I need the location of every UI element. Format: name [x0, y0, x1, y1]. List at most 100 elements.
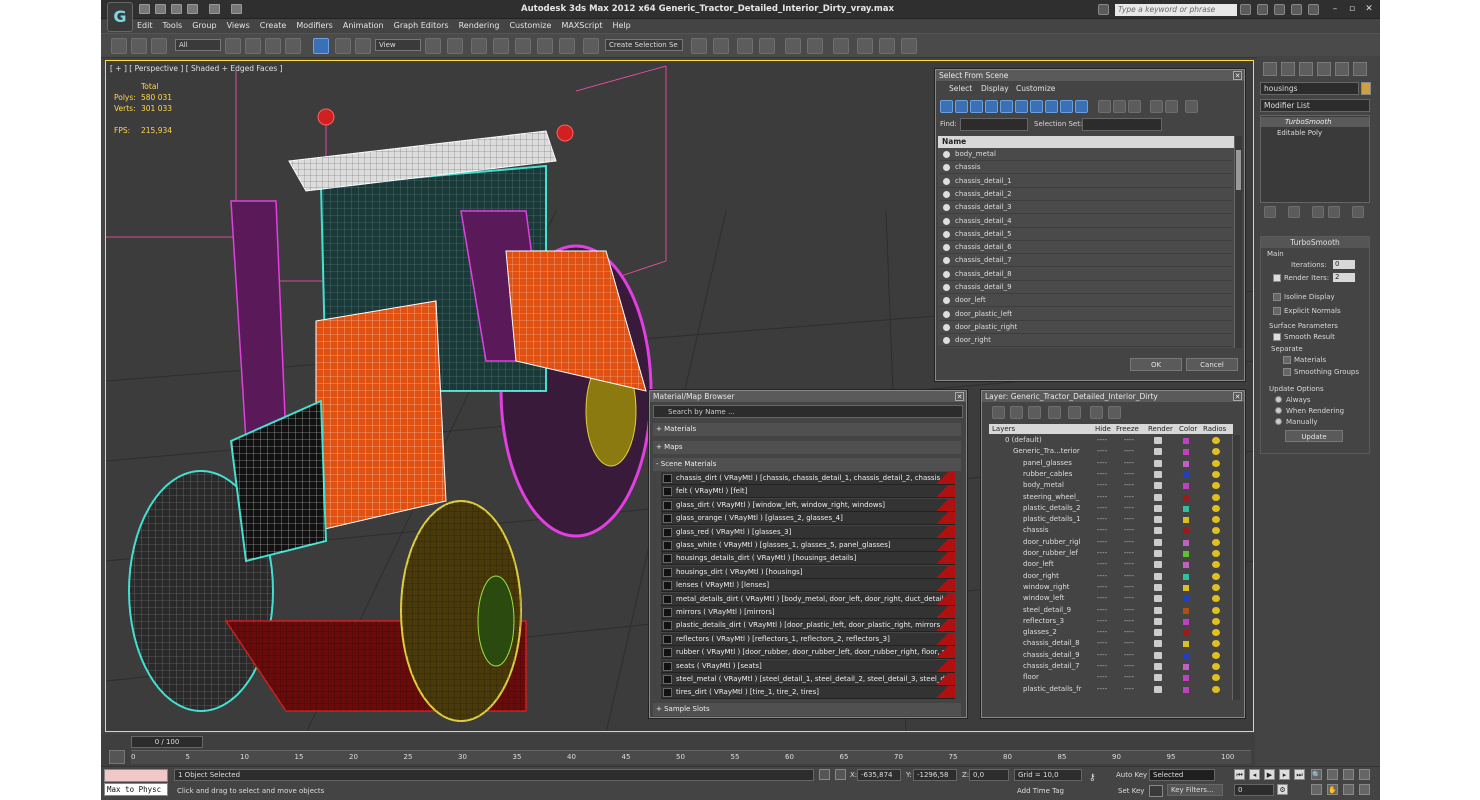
minimize-icon[interactable]: –	[1327, 2, 1343, 16]
delete-layer-icon[interactable]	[1010, 406, 1023, 419]
hide-toggle[interactable]: ----	[1097, 638, 1107, 649]
layer-color-swatch[interactable]	[1183, 505, 1189, 512]
radiosity-icon[interactable]	[1212, 651, 1220, 659]
radiosity-icon[interactable]	[1212, 674, 1220, 682]
hide-toggle[interactable]: ----	[1097, 559, 1107, 570]
render-iters-checkbox[interactable]	[1273, 274, 1281, 282]
layer-color-swatch[interactable]	[1183, 539, 1189, 546]
favorites-icon[interactable]	[1291, 4, 1302, 15]
freeze-toggle[interactable]: ----	[1124, 638, 1134, 649]
render-production-icon[interactable]	[901, 38, 917, 54]
layer-row[interactable]: steel_detail_9 ---- ----	[989, 605, 1224, 616]
menu-group[interactable]: Group	[192, 19, 216, 33]
material-row[interactable]: glass_orange ( VRayMtl ) [glasses_2, gla…	[661, 512, 955, 526]
menu-edit[interactable]: Edit	[137, 19, 153, 33]
render-teapot-icon[interactable]	[1154, 629, 1162, 637]
layer-row[interactable]: chassis_detail_7 ---- ----	[989, 661, 1224, 672]
modify-tab-icon[interactable]	[1281, 62, 1295, 76]
layer-row[interactable]: glasses_2 ---- ----	[989, 627, 1224, 638]
always-radio[interactable]	[1275, 396, 1282, 403]
mirror-icon[interactable]	[691, 38, 707, 54]
render-teapot-icon[interactable]	[1154, 448, 1162, 456]
key-selection-dropdown[interactable]: Selected	[1149, 769, 1215, 781]
help-icon[interactable]	[1308, 4, 1319, 15]
layer-row[interactable]: door_right ---- ----	[989, 571, 1224, 582]
make-unique-icon[interactable]	[1312, 206, 1324, 218]
radiosity-icon[interactable]	[1212, 561, 1220, 569]
percent-snap-icon[interactable]	[537, 38, 553, 54]
display-helpers-icon[interactable]	[1000, 100, 1013, 113]
hide-toggle[interactable]: ----	[1097, 650, 1107, 661]
track-bar-toggle-icon[interactable]	[109, 750, 125, 764]
display-spacewarps-icon[interactable]	[1015, 100, 1028, 113]
time-config-icon[interactable]: ⚙	[1277, 784, 1288, 795]
find-input[interactable]	[960, 118, 1028, 131]
scene-object-row[interactable]: door_right	[939, 334, 1232, 348]
app-logo-icon[interactable]: G	[107, 2, 133, 32]
freeze-toggle[interactable]: ----	[1124, 605, 1134, 616]
layer-row-default[interactable]: 0 (default) ---- ----	[989, 435, 1224, 446]
scene-object-row[interactable]: chassis_detail_2	[939, 188, 1232, 201]
edit-named-selection-icon[interactable]	[583, 38, 599, 54]
hierarchy-tab-icon[interactable]	[1299, 62, 1313, 76]
radiosity-icon[interactable]	[1212, 437, 1220, 444]
layer-scrollbar[interactable]	[1232, 435, 1240, 700]
hide-toggle[interactable]: ----	[1097, 525, 1107, 536]
render-teapot-icon[interactable]	[1154, 595, 1162, 603]
isoline-display-checkbox[interactable]	[1273, 293, 1281, 301]
hide-toggle[interactable]: ----	[1097, 537, 1107, 548]
freeze-toggle[interactable]: ----	[1124, 684, 1134, 695]
material-row[interactable]: glass_red ( VRayMtl ) [glasses_3]	[661, 525, 955, 539]
undo-icon[interactable]	[187, 4, 198, 14]
layer-row[interactable]: door_rubber_lef ---- ----	[989, 548, 1224, 559]
hide-toggle[interactable]: ----	[1097, 492, 1107, 503]
hide-toggle[interactable]: ----	[1097, 571, 1107, 582]
scene-object-row[interactable]: door_plastic_right	[939, 321, 1232, 334]
pivot-center-icon[interactable]	[425, 38, 441, 54]
scrollbar-thumb[interactable]	[1236, 150, 1241, 190]
material-editor-icon[interactable]	[833, 38, 849, 54]
play-icon[interactable]: ▶	[1264, 769, 1275, 780]
link-icon[interactable]	[111, 38, 127, 54]
layer-color-swatch[interactable]	[1183, 675, 1189, 682]
display-groups-icon[interactable]	[1030, 100, 1043, 113]
layer-row[interactable]: floor ---- ----	[989, 672, 1224, 683]
named-selection-dropdown[interactable]: Create Selection Se	[605, 39, 683, 51]
window-crossing-icon[interactable]	[285, 38, 301, 54]
go-to-start-icon[interactable]: ⏮	[1234, 769, 1245, 780]
scene-object-row[interactable]: chassis_detail_7	[939, 254, 1232, 268]
time-slider[interactable]: 0 / 100	[131, 736, 203, 748]
key-filters-button[interactable]: Key Filters...	[1167, 784, 1223, 796]
render-teapot-icon[interactable]	[1154, 606, 1162, 614]
orbit-icon[interactable]	[1343, 784, 1354, 795]
add-time-tag[interactable]: Add Time Tag	[1017, 787, 1064, 795]
selection-set-dropdown[interactable]	[1082, 118, 1162, 131]
layer-color-swatch[interactable]	[1183, 664, 1189, 670]
schematic-view-icon[interactable]	[807, 38, 823, 54]
freeze-toggle[interactable]: ----	[1124, 435, 1134, 446]
zoom-all-icon[interactable]	[1327, 769, 1338, 780]
menu-views[interactable]: Views	[227, 19, 250, 33]
sample-slots-category[interactable]: + Sample Slots	[653, 703, 961, 716]
snaps-toggle-icon[interactable]	[493, 38, 509, 54]
radiosity-icon[interactable]	[1212, 493, 1220, 501]
scene-object-row[interactable]: chassis_detail_5	[939, 228, 1232, 241]
sfs-menu-display[interactable]: Display	[981, 82, 1009, 96]
maxscript-listener-field[interactable]	[104, 769, 168, 782]
close-icon[interactable]: ✕	[1233, 71, 1242, 80]
zoom-extents-icon[interactable]	[1343, 769, 1354, 780]
materials-category[interactable]: + Materials	[653, 423, 961, 436]
layers-column[interactable]: Layers	[992, 424, 1015, 434]
radiosity-icon[interactable]	[1212, 470, 1220, 478]
freeze-toggle[interactable]: ----	[1124, 650, 1134, 661]
freeze-toggle[interactable]: ----	[1124, 469, 1134, 480]
scene-materials-category[interactable]: - Scene Materials	[653, 458, 961, 471]
rendered-frame-window-icon[interactable]	[879, 38, 895, 54]
absolute-mode-icon[interactable]	[835, 769, 846, 780]
reference-coordinate-dropdown[interactable]: View	[375, 39, 421, 51]
menu-maxscript[interactable]: MAXScript	[561, 19, 602, 33]
material-search-input[interactable]: Search by Name ...	[653, 405, 963, 418]
hide-column[interactable]: Hide	[1095, 424, 1111, 434]
key-icon[interactable]: ⚷	[1089, 773, 1103, 783]
freeze-toggle[interactable]: ----	[1124, 446, 1134, 457]
